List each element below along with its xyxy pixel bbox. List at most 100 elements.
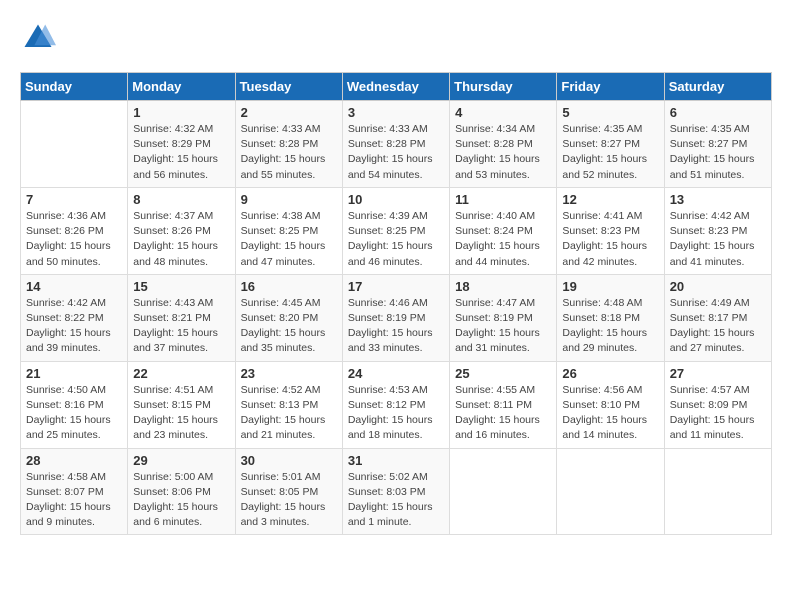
day-number: 20: [670, 279, 766, 294]
day-number: 10: [348, 192, 444, 207]
day-number: 23: [241, 366, 337, 381]
calendar-header-row: SundayMondayTuesdayWednesdayThursdayFrid…: [21, 73, 772, 101]
calendar-cell: 19 Sunrise: 4:48 AMSunset: 8:18 PMDayligh…: [557, 274, 664, 361]
day-info: Sunrise: 4:53 AMSunset: 8:12 PMDaylight:…: [348, 383, 444, 444]
day-info: Sunrise: 4:42 AMSunset: 8:23 PMDaylight:…: [670, 209, 766, 270]
day-number: 5: [562, 105, 658, 120]
day-info: Sunrise: 4:35 AMSunset: 8:27 PMDaylight:…: [670, 122, 766, 183]
calendar-cell: 8 Sunrise: 4:37 AMSunset: 8:26 PMDaylight…: [128, 187, 235, 274]
calendar-table: SundayMondayTuesdayWednesdayThursdayFrid…: [20, 72, 772, 535]
day-info: Sunrise: 4:40 AMSunset: 8:24 PMDaylight:…: [455, 209, 551, 270]
calendar-cell: 10Sunrise: 4:39 AMSunset: 8:25 PMDayligh…: [342, 187, 449, 274]
day-number: 1: [133, 105, 229, 120]
calendar-cell: [21, 101, 128, 188]
calendar-cell: 31 Sunrise: 5:02 AMSunset: 8:03 PMDayligh…: [342, 448, 449, 535]
day-number: 2: [241, 105, 337, 120]
day-info: Sunrise: 5:02 AMSunset: 8:03 PMDaylight:…: [348, 470, 444, 531]
calendar-week-3: 14 Sunrise: 4:42 AMSunset: 8:22 PMDayligh…: [21, 274, 772, 361]
calendar-cell: [450, 448, 557, 535]
day-number: 12: [562, 192, 658, 207]
column-header-sunday: Sunday: [21, 73, 128, 101]
day-info: Sunrise: 4:48 AMSunset: 8:18 PMDaylight:…: [562, 296, 658, 357]
calendar-cell: 22Sunrise: 4:51 AMSunset: 8:15 PMDayligh…: [128, 361, 235, 448]
day-info: Sunrise: 4:43 AMSunset: 8:21 PMDaylight:…: [133, 296, 229, 357]
day-number: 28: [26, 453, 122, 468]
day-info: Sunrise: 4:58 AMSunset: 8:07 PMDaylight:…: [26, 470, 122, 531]
calendar-cell: 12 Sunrise: 4:41 AMSunset: 8:23 PMDayligh…: [557, 187, 664, 274]
day-number: 4: [455, 105, 551, 120]
calendar-cell: 25 Sunrise: 4:55 AMSunset: 8:11 PMDayligh…: [450, 361, 557, 448]
day-number: 19: [562, 279, 658, 294]
calendar-cell: 5 Sunrise: 4:35 AMSunset: 8:27 PMDaylight…: [557, 101, 664, 188]
logo-icon: [20, 20, 56, 56]
day-number: 17: [348, 279, 444, 294]
day-number: 13: [670, 192, 766, 207]
day-number: 26: [562, 366, 658, 381]
day-info: Sunrise: 4:41 AMSunset: 8:23 PMDaylight:…: [562, 209, 658, 270]
calendar-cell: 6 Sunrise: 4:35 AMSunset: 8:27 PMDaylight…: [664, 101, 771, 188]
calendar-cell: 27Sunrise: 4:57 AMSunset: 8:09 PMDayligh…: [664, 361, 771, 448]
calendar-cell: 9 Sunrise: 4:38 AMSunset: 8:25 PMDaylight…: [235, 187, 342, 274]
calendar-week-4: 21 Sunrise: 4:50 AMSunset: 8:16 PMDayligh…: [21, 361, 772, 448]
day-info: Sunrise: 4:49 AMSunset: 8:17 PMDaylight:…: [670, 296, 766, 357]
calendar-cell: 2Sunrise: 4:33 AMSunset: 8:28 PMDaylight…: [235, 101, 342, 188]
calendar-cell: 28 Sunrise: 4:58 AMSunset: 8:07 PMDayligh…: [21, 448, 128, 535]
day-info: Sunrise: 4:34 AMSunset: 8:28 PMDaylight:…: [455, 122, 551, 183]
logo: [20, 20, 60, 56]
calendar-cell: 11 Sunrise: 4:40 AMSunset: 8:24 PMDayligh…: [450, 187, 557, 274]
day-number: 9: [241, 192, 337, 207]
day-info: Sunrise: 5:01 AMSunset: 8:05 PMDaylight:…: [241, 470, 337, 531]
day-number: 8: [133, 192, 229, 207]
day-number: 6: [670, 105, 766, 120]
column-header-wednesday: Wednesday: [342, 73, 449, 101]
day-number: 31: [348, 453, 444, 468]
page-header: [20, 20, 772, 56]
calendar-week-1: 1 Sunrise: 4:32 AMSunset: 8:29 PMDaylight…: [21, 101, 772, 188]
day-info: Sunrise: 4:55 AMSunset: 8:11 PMDaylight:…: [455, 383, 551, 444]
column-header-saturday: Saturday: [664, 73, 771, 101]
day-number: 11: [455, 192, 551, 207]
day-info: Sunrise: 4:50 AMSunset: 8:16 PMDaylight:…: [26, 383, 122, 444]
day-number: 21: [26, 366, 122, 381]
day-number: 7: [26, 192, 122, 207]
column-header-thursday: Thursday: [450, 73, 557, 101]
day-info: Sunrise: 4:36 AMSunset: 8:26 PMDaylight:…: [26, 209, 122, 270]
column-header-friday: Friday: [557, 73, 664, 101]
calendar-week-5: 28 Sunrise: 4:58 AMSunset: 8:07 PMDayligh…: [21, 448, 772, 535]
column-header-tuesday: Tuesday: [235, 73, 342, 101]
day-info: Sunrise: 4:47 AMSunset: 8:19 PMDaylight:…: [455, 296, 551, 357]
calendar-cell: 7 Sunrise: 4:36 AMSunset: 8:26 PMDaylight…: [21, 187, 128, 274]
calendar-cell: 1 Sunrise: 4:32 AMSunset: 8:29 PMDaylight…: [128, 101, 235, 188]
calendar-cell: 29Sunrise: 5:00 AMSunset: 8:06 PMDayligh…: [128, 448, 235, 535]
day-info: Sunrise: 4:52 AMSunset: 8:13 PMDaylight:…: [241, 383, 337, 444]
day-number: 16: [241, 279, 337, 294]
calendar-cell: [557, 448, 664, 535]
day-number: 29: [133, 453, 229, 468]
calendar-cell: 20 Sunrise: 4:49 AMSunset: 8:17 PMDayligh…: [664, 274, 771, 361]
calendar-cell: 17 Sunrise: 4:46 AMSunset: 8:19 PMDayligh…: [342, 274, 449, 361]
day-number: 18: [455, 279, 551, 294]
calendar-cell: 16 Sunrise: 4:45 AMSunset: 8:20 PMDayligh…: [235, 274, 342, 361]
day-info: Sunrise: 4:45 AMSunset: 8:20 PMDaylight:…: [241, 296, 337, 357]
calendar-cell: 4 Sunrise: 4:34 AMSunset: 8:28 PMDaylight…: [450, 101, 557, 188]
calendar-cell: 23 Sunrise: 4:52 AMSunset: 8:13 PMDayligh…: [235, 361, 342, 448]
day-info: Sunrise: 4:35 AMSunset: 8:27 PMDaylight:…: [562, 122, 658, 183]
calendar-cell: 30Sunrise: 5:01 AMSunset: 8:05 PMDayligh…: [235, 448, 342, 535]
calendar-cell: 3Sunrise: 4:33 AMSunset: 8:28 PMDaylight…: [342, 101, 449, 188]
calendar-cell: 21 Sunrise: 4:50 AMSunset: 8:16 PMDayligh…: [21, 361, 128, 448]
day-number: 25: [455, 366, 551, 381]
day-info: Sunrise: 4:33 AMSunset: 8:28 PMDaylight:…: [348, 122, 444, 183]
day-info: Sunrise: 4:42 AMSunset: 8:22 PMDaylight:…: [26, 296, 122, 357]
day-info: Sunrise: 4:32 AMSunset: 8:29 PMDaylight:…: [133, 122, 229, 183]
day-info: Sunrise: 4:56 AMSunset: 8:10 PMDaylight:…: [562, 383, 658, 444]
calendar-cell: [664, 448, 771, 535]
day-number: 14: [26, 279, 122, 294]
calendar-cell: 15Sunrise: 4:43 AMSunset: 8:21 PMDayligh…: [128, 274, 235, 361]
calendar-cell: 14 Sunrise: 4:42 AMSunset: 8:22 PMDayligh…: [21, 274, 128, 361]
day-info: Sunrise: 4:46 AMSunset: 8:19 PMDaylight:…: [348, 296, 444, 357]
day-info: Sunrise: 4:38 AMSunset: 8:25 PMDaylight:…: [241, 209, 337, 270]
day-info: Sunrise: 4:51 AMSunset: 8:15 PMDaylight:…: [133, 383, 229, 444]
calendar-cell: 13 Sunrise: 4:42 AMSunset: 8:23 PMDayligh…: [664, 187, 771, 274]
column-header-monday: Monday: [128, 73, 235, 101]
day-info: Sunrise: 4:37 AMSunset: 8:26 PMDaylight:…: [133, 209, 229, 270]
